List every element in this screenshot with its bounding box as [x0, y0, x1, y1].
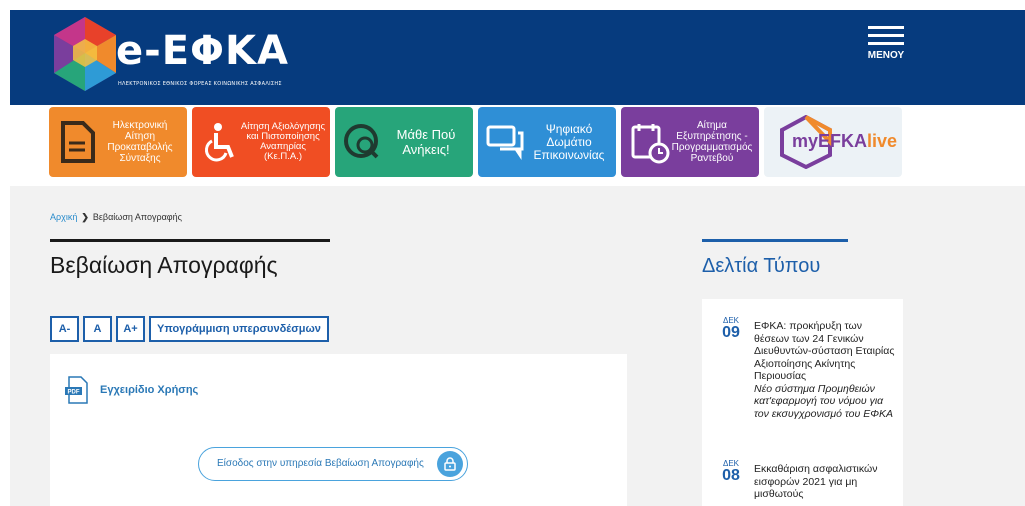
breadcrumb-home-link[interactable]: Αρχική [50, 212, 77, 222]
pdf-icon: PDF [65, 376, 88, 404]
breadcrumb: Αρχική ❯ Βεβαίωση Απογραφής [50, 212, 182, 223]
press-divider [702, 239, 848, 242]
menu-button[interactable]: ΜΕΝΟΥ [865, 26, 907, 66]
press-item[interactable]: ΔΕΚ 08 Εκκαθάριση ασφαλιστικών εισφορών … [702, 459, 903, 506]
press-day: 08 [722, 467, 740, 484]
service-tiles: Ηλεκτρονική Αίτηση Προκαταβολής Σύνταξης… [49, 107, 909, 177]
document-icon [61, 121, 95, 163]
myefka-live-logo: myEFKAlive [778, 115, 897, 169]
press-item[interactable]: ΔΕΚ 09 ΕΦΚΑ: προκήρυξη των θέσεων των 24… [702, 316, 903, 446]
press-text: Εκκαθάριση ασφαλιστικών εισφορών 2021 γι… [754, 463, 899, 501]
font-reset-button[interactable]: A [83, 316, 112, 342]
tile-label: Μάθε Πού Ανήκεις! [396, 127, 456, 157]
myefka-live-wordmark: myEFKAlive [792, 131, 898, 151]
press-day: 09 [722, 324, 740, 341]
tile-find-where-you-belong[interactable]: Μάθε Πού Ανήκεις! [335, 107, 473, 177]
page: e-ΕΦΚΑ ΗΛΕΚΤΡΟΝΙΚΟΣ ΕΘΝΙΚΟΣ ΦΟΡΕΑΣ ΚΟΙΝΩ… [0, 0, 1025, 506]
press-date: ΔΕΚ 09 [719, 316, 743, 341]
chat-bubbles-icon [486, 125, 524, 160]
tile-label: Ψηφιακό Δωμάτιο Επικοινωνίας [533, 121, 605, 162]
calendar-clock-icon [631, 124, 670, 164]
tile-label: Αίτηση Αξιολόγησης και Πιστοποίησης Αναπ… [240, 121, 326, 162]
logo-hexagon-icon [54, 17, 116, 91]
logo-wordmark: e-ΕΦΚΑ [116, 28, 290, 74]
enter-service-label: Είσοδος στην υπηρεσία Βεβαίωση Απογραφής [217, 458, 424, 469]
tile-appointment-booking[interactable]: Αίτημα Εξυπηρέτησης - Προγραμματισμός Ρα… [621, 107, 759, 177]
wheelchair-icon [204, 123, 234, 162]
page-title: Βεβαίωση Απογραφής [50, 252, 278, 278]
font-size-controls: A- A A+ Υπογράμμιση υπερσυνδέσμων [50, 316, 329, 342]
press-headline: Εκκαθάριση ασφαλιστικών εισφορών 2021 γι… [754, 463, 878, 500]
enter-service-button[interactable]: Είσοδος στην υπηρεσία Βεβαίωση Απογραφής [198, 447, 468, 481]
font-decrease-button[interactable]: A- [50, 316, 79, 342]
main-content: Αρχική ❯ Βεβαίωση Απογραφής Βεβαίωση Απογρ… [10, 186, 1025, 506]
tile-disability-assessment[interactable]: Αίτηση Αξιολόγησης και Πιστοποίησης Αναπ… [192, 107, 330, 177]
press-headline: ΕΦΚΑ: προκήρυξη των θέσεων των 24 Γενικώ… [754, 320, 895, 382]
press-releases-title: Δελτία Τύπου [702, 255, 821, 277]
logo-subtitle: ΗΛΕΚΤΡΟΝΙΚΟΣ ΕΘΝΙΚΟΣ ΦΟΡΕΑΣ ΚΟΙΝΩΝΙΚΗΣ Α… [118, 81, 282, 87]
lock-icon [437, 451, 463, 477]
tile-label: Αίτημα Εξυπηρέτησης - Προγραμματισμός Ρα… [671, 120, 753, 164]
tile-digital-communication-room[interactable]: Ψηφιακό Δωμάτιο Επικοινωνίας [478, 107, 616, 177]
breadcrumb-current: Βεβαίωση Απογραφής [92, 212, 182, 222]
press-releases-list: ΔΕΚ 09 ΕΦΚΑ: προκήρυξη των θέσεων των 24… [702, 299, 903, 506]
hamburger-icon [865, 26, 907, 45]
title-divider [50, 239, 330, 242]
service-card: PDF Εγχειρίδιο Χρήσης Είσοδος στην υπηρε… [50, 354, 627, 506]
efka-logo[interactable]: e-ΕΦΚΑ ΗΛΕΚΤΡΟΝΙΚΟΣ ΕΘΝΙΚΟΣ ΦΟΡΕΑΣ ΚΟΙΝΩ… [50, 15, 310, 100]
font-increase-button[interactable]: A+ [116, 316, 145, 342]
tile-myefka-live[interactable]: myEFKAlive [764, 107, 902, 177]
globe-search-icon [344, 124, 379, 159]
tile-label: Ηλεκτρονική Αίτηση Προκαταβολής Σύνταξης [107, 120, 173, 164]
svg-text:PDF: PDF [68, 390, 80, 396]
site-header: e-ΕΦΚΑ ΗΛΕΚΤΡΟΝΙΚΟΣ ΕΘΝΙΚΟΣ ΦΟΡΕΑΣ ΚΟΙΝΩ… [10, 10, 1025, 105]
press-text: ΕΦΚΑ: προκήρυξη των θέσεων των 24 Γενικώ… [754, 320, 899, 420]
menu-label: ΜΕΝΟΥ [867, 50, 905, 61]
tile-pension-advance[interactable]: Ηλεκτρονική Αίτηση Προκαταβολής Σύνταξης [49, 107, 187, 177]
press-date: ΔΕΚ 08 [719, 459, 743, 484]
chevron-right-icon: ❯ [81, 212, 89, 222]
user-manual-label: Εγχειρίδιο Χρήσης [100, 384, 199, 396]
underline-links-button[interactable]: Υπογράμμιση υπερσυνδέσμων [149, 316, 329, 342]
press-subline: Νέο σύστημα Προμηθειών κατ'εφαρμογή του … [754, 382, 893, 420]
user-manual-link[interactable]: PDF Εγχειρίδιο Χρήσης [64, 376, 198, 404]
